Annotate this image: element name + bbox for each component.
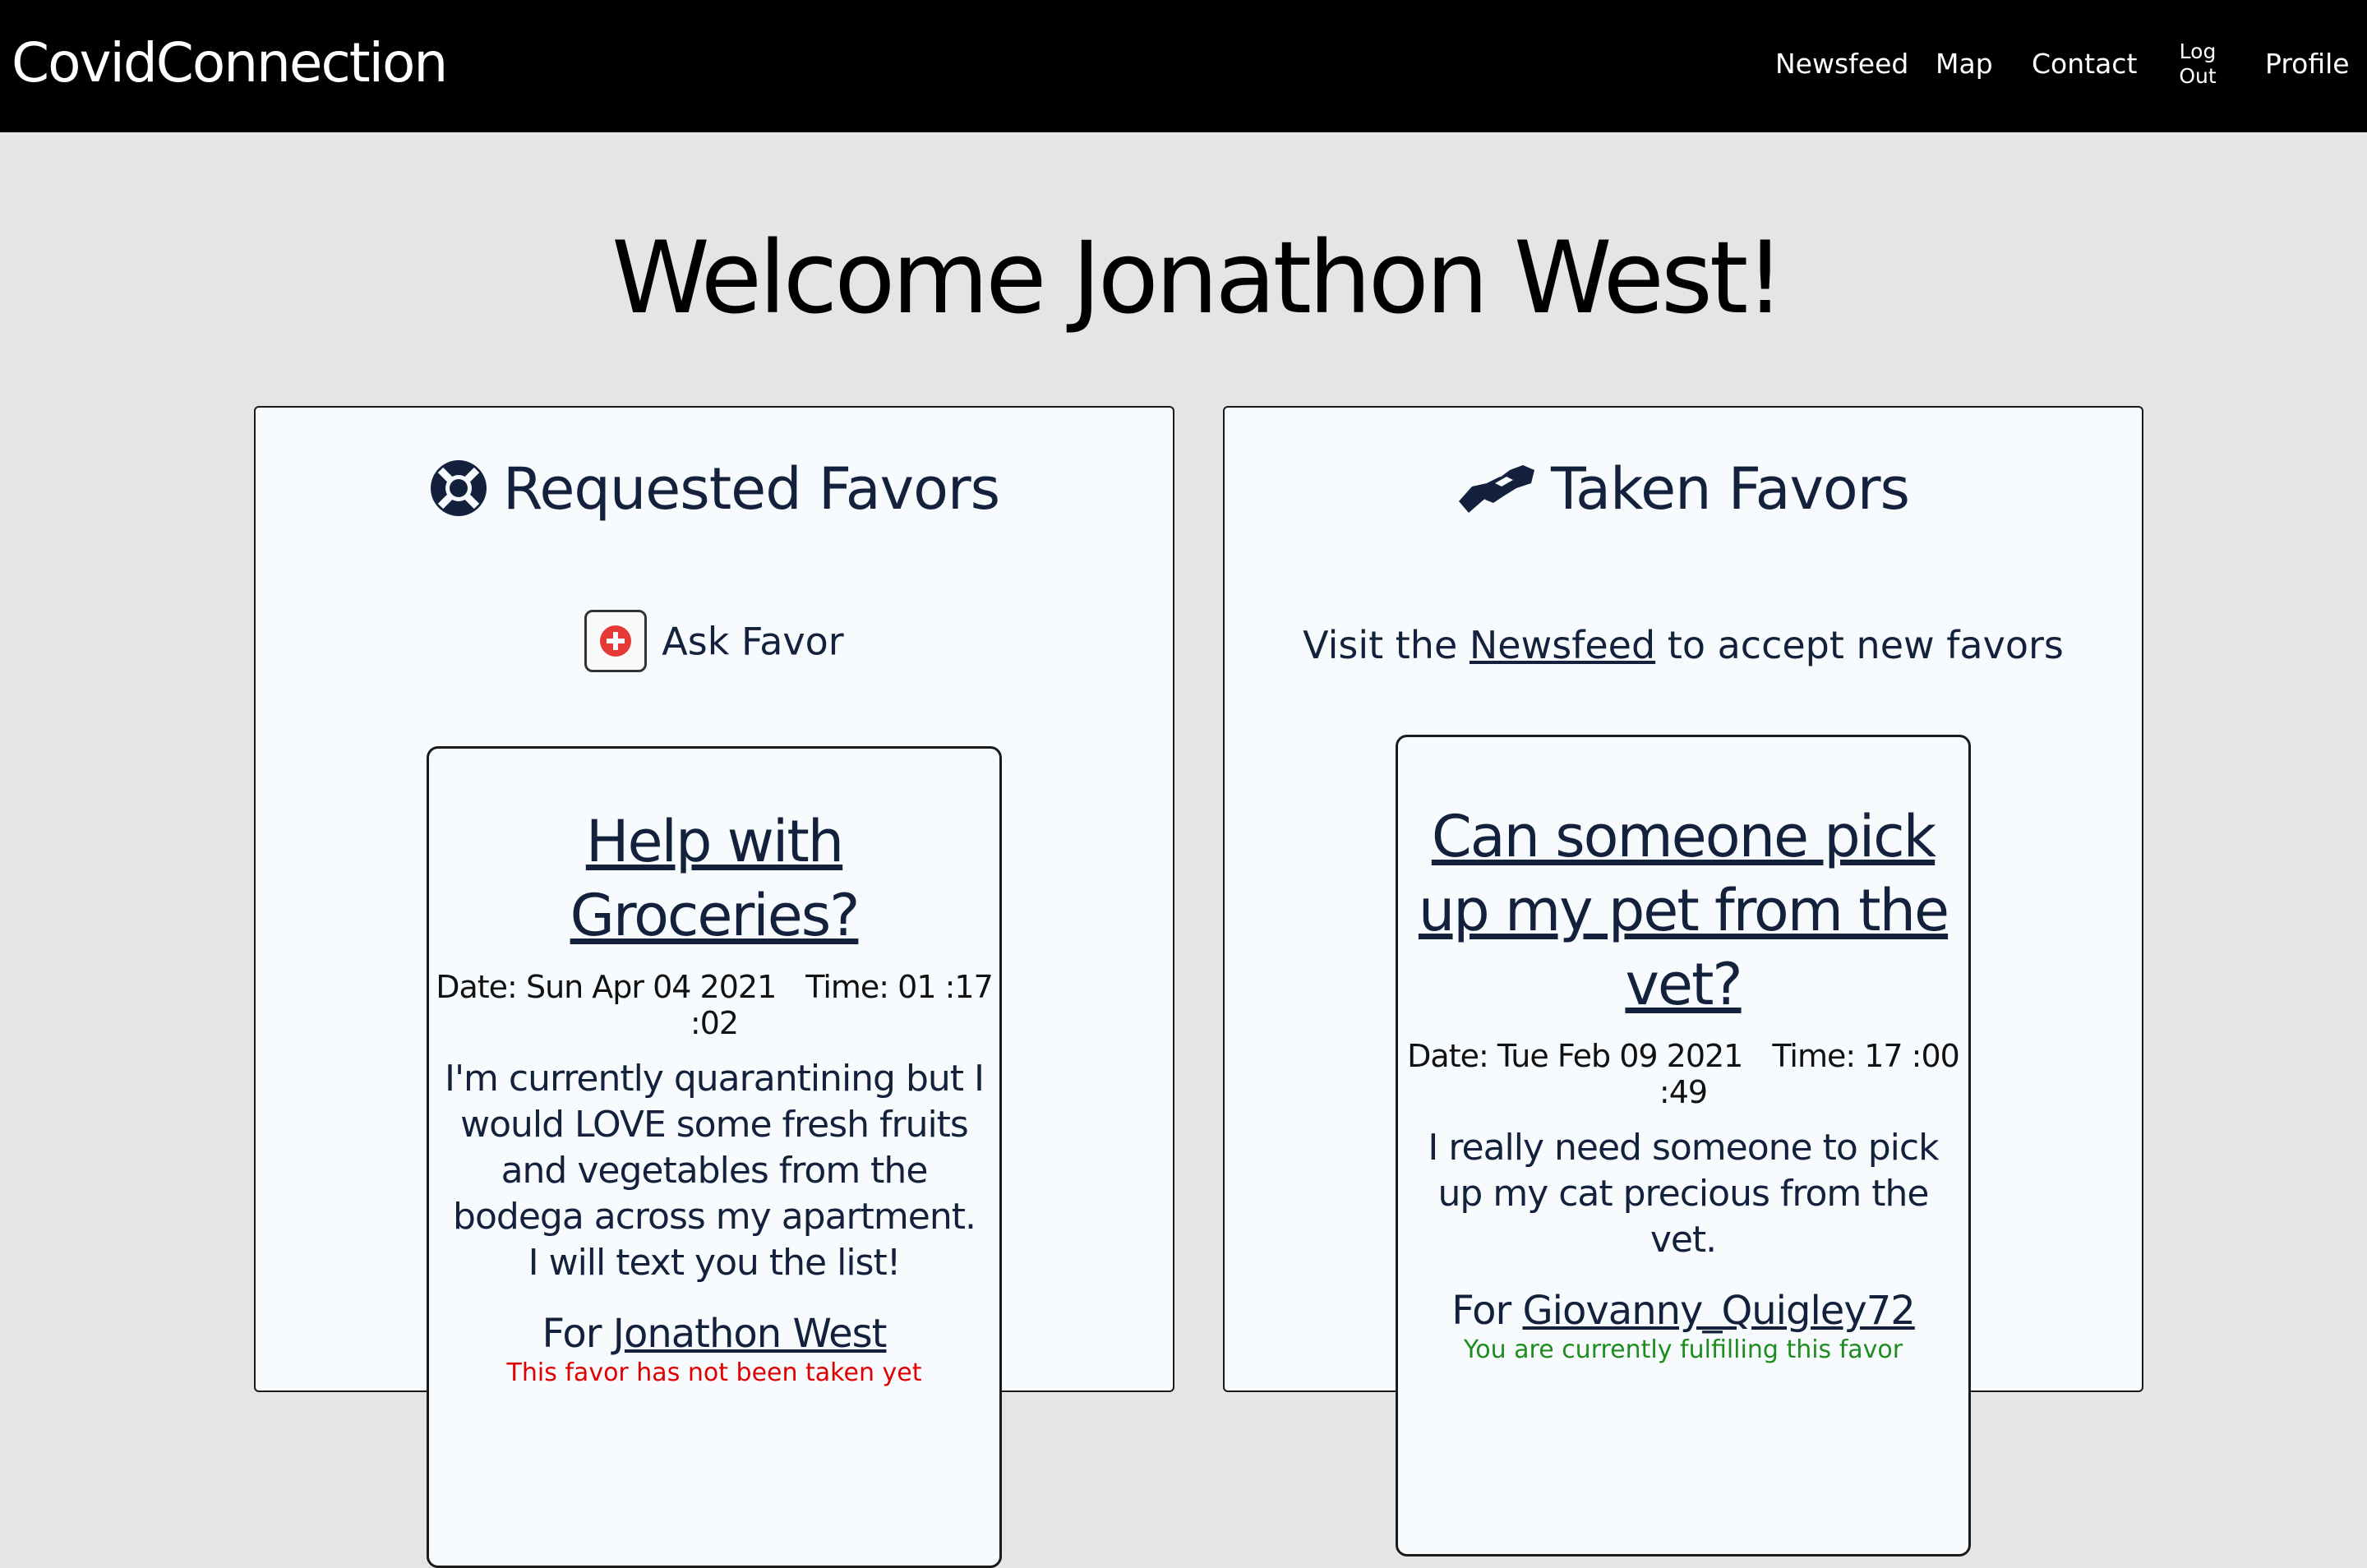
favor-description: I'm currently quarantining but I would L…: [444, 1058, 985, 1284]
favor-for: For Jonathon West: [429, 1311, 999, 1357]
favor-user-link[interactable]: Jonathon West: [613, 1311, 888, 1357]
nav-profile-link[interactable]: Profile: [2265, 48, 2350, 80]
nav-map-link[interactable]: Map: [1936, 48, 1993, 80]
nav-logout-link[interactable]: Log Out: [2173, 39, 2222, 89]
nav-contact-link[interactable]: Contact: [2032, 48, 2137, 80]
favor-meta: Date: Tue Feb 09 2021 Time: 17 :00 :49: [1398, 1038, 1968, 1110]
favor-status: This favor has not been taken yet: [506, 1358, 922, 1387]
favor-meta: Date: Sun Apr 04 2021 Time: 01 :17 :02: [429, 969, 999, 1041]
newsfeed-link[interactable]: Newsfeed: [1470, 623, 1655, 667]
favor-user-link[interactable]: Giovanny_Quigley72: [1522, 1288, 1915, 1334]
top-navbar: CovidConnection Newsfeed Map Contact Log…: [0, 0, 2367, 132]
taken-favors-title: Taken Favors: [1550, 455, 1910, 523]
favor-title-link[interactable]: Help with Groceries?: [429, 805, 999, 952]
favor-status: You are currently fulfilling this favor: [1463, 1335, 1903, 1364]
visit-prefix: Visit the: [1303, 623, 1458, 667]
plus-circle-icon: [600, 625, 632, 657]
favor-description: I really need someone to pick up my cat …: [1428, 1127, 1939, 1261]
taken-favors-panel: Taken Favors Visit the Newsfeed to accep…: [1223, 406, 2143, 1556]
ask-favor-button[interactable]: [584, 610, 648, 672]
requested-favors-title: Requested Favors: [502, 455, 1000, 523]
favor-for: For Giovanny_Quigley72: [1398, 1288, 1968, 1334]
favor-card-requested: Help with Groceries? Date: Sun Apr 04 20…: [427, 746, 1002, 1568]
favor-date: Date: Tue Feb 09 2021: [1407, 1038, 1743, 1074]
favor-date: Date: Sun Apr 04 2021: [436, 969, 777, 1005]
requested-favors-heading: Requested Favors: [256, 455, 1173, 523]
visit-newsfeed-row: Visit the Newsfeed to accept new favors: [1225, 623, 2142, 667]
brand-logo[interactable]: CovidConnection: [12, 31, 448, 95]
favor-card-taken: Can someone pick up my pet from the vet?…: [1396, 735, 1971, 1556]
favor-for-label: For: [542, 1311, 602, 1357]
ask-favor-label: Ask Favor: [662, 619, 844, 664]
favor-title-link[interactable]: Can someone pick up my pet from the vet?: [1398, 800, 1968, 1022]
handshake-icon: [1458, 464, 1534, 513]
welcome-heading: Welcome Jonathon West!: [611, 220, 1785, 336]
life-ring-icon: [430, 459, 487, 516]
favor-for-label: For: [1451, 1288, 1511, 1334]
taken-favors-heading: Taken Favors: [1225, 455, 2142, 523]
visit-suffix: to accept new favors: [1667, 623, 2064, 667]
requested-favors-panel: Requested Favors Ask Favor Help with Gro…: [254, 406, 1174, 1568]
ask-favor-row: Ask Favor: [256, 610, 1173, 676]
nav-newsfeed-link[interactable]: Newsfeed: [1775, 48, 1908, 80]
